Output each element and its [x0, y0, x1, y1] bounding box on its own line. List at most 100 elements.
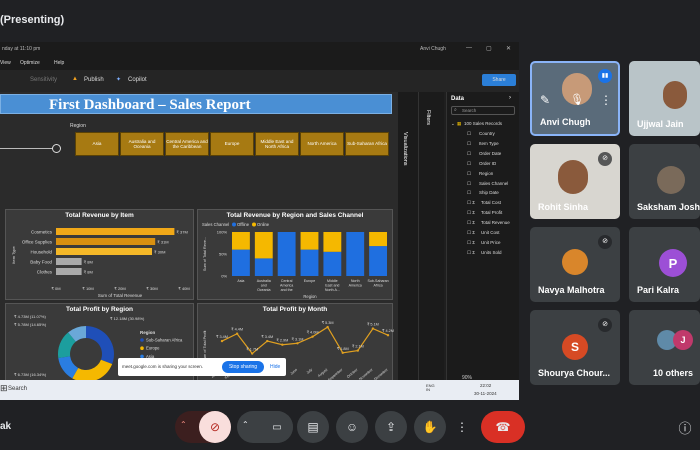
field-checkbox[interactable]: ☐: [467, 161, 471, 167]
present-screen-button[interactable]: ⇪: [375, 411, 407, 443]
field-item[interactable]: Order ID: [479, 161, 496, 166]
filters-label[interactable]: Filters: [425, 110, 431, 125]
table-name[interactable]: 100 Sales Records: [464, 121, 502, 126]
field-checkbox[interactable]: ☐: [467, 171, 471, 177]
presenting-label: (Presenting): [0, 14, 65, 26]
taskbar-search[interactable]: Search: [8, 386, 27, 392]
field-item[interactable]: Total Cost: [481, 200, 501, 205]
collapse-data-pane-icon[interactable]: ›: [509, 95, 511, 101]
menu-optimize[interactable]: Optimize: [20, 60, 40, 66]
slice-data-label: ₹ 5.78M (14.65%): [14, 322, 47, 327]
field-item[interactable]: Total Revenue: [481, 220, 510, 225]
field-checkbox[interactable]: ☐ Σ: [467, 230, 475, 236]
raise-hand-button[interactable]: ✋: [414, 411, 446, 443]
x-tick-label: July: [306, 368, 314, 375]
region-button-sub-saharan[interactable]: Sub-Saharan Africa: [345, 132, 389, 156]
region-button-europe[interactable]: Europe: [210, 132, 254, 156]
field-checkbox[interactable]: ☐: [467, 151, 471, 157]
slider-handle[interactable]: [52, 144, 61, 153]
table-expand-icon[interactable]: ⌄: [451, 121, 455, 127]
signed-in-user[interactable]: Anvi Chugh: [420, 46, 446, 52]
region-button-north-america[interactable]: North America: [300, 132, 344, 156]
data-point: [281, 343, 284, 346]
audio-options-icon[interactable]: ⌃: [180, 420, 187, 429]
field-checkbox[interactable]: ☐: [467, 190, 471, 196]
publish-button[interactable]: Publish: [84, 77, 104, 83]
language-indicator[interactable]: ENG IN: [426, 383, 436, 393]
field-item[interactable]: Region: [479, 171, 493, 176]
field-checkbox[interactable]: ☐ Σ: [467, 220, 475, 226]
field-checkbox[interactable]: ☐ Σ: [467, 240, 475, 246]
meet-top-bar: (Presenting): [0, 0, 700, 42]
more-options-button[interactable]: ⋮: [450, 411, 474, 443]
region-button-australia[interactable]: Australia and Oceania: [120, 132, 164, 156]
panel-profit-by-region[interactable]: Total Profit by Region ₹ 12.18M (30.98%)…: [5, 303, 194, 392]
mic-off-button[interactable]: ⊘: [199, 411, 231, 443]
y-axis-label: Item Type: [11, 245, 16, 263]
field-item[interactable]: Unit Cost: [481, 230, 500, 235]
maximize-icon[interactable]: ▢: [486, 45, 492, 52]
field-item[interactable]: Total Profit: [481, 210, 502, 215]
bar-data-label: ₹ 37M: [176, 230, 187, 235]
more-options-icon[interactable]: ⋮: [600, 93, 612, 107]
participant-tile-pari[interactable]: P Pari Kalra: [629, 227, 700, 302]
copilot-button[interactable]: Copilot: [128, 77, 147, 83]
participant-tile-rohit[interactable]: ⊘ Rohit Sinha: [530, 144, 620, 219]
field-checkbox[interactable]: ☐ Σ: [467, 200, 475, 206]
participant-name: Anvi Chugh: [540, 117, 591, 127]
data-search-placeholder[interactable]: Search: [462, 108, 476, 113]
field-item[interactable]: Units Sold: [481, 250, 502, 255]
meeting-info-icon[interactable]: ⓘ: [674, 411, 696, 443]
leave-call-button[interactable]: ☎: [481, 411, 525, 443]
field-item[interactable]: Item Type: [479, 141, 499, 146]
sensitivity-button[interactable]: Sensitivity: [30, 77, 57, 83]
emoji-button[interactable]: ☺: [336, 411, 368, 443]
windows-start-icon[interactable]: ⊞: [0, 383, 8, 394]
participant-tile-shourya[interactable]: S ⊘ Shourya Chour...: [530, 310, 620, 385]
panel-revenue-by-region-channel[interactable]: Total Revenue by Region and Sales Channe…: [197, 209, 393, 300]
mic-icon[interactable]: 🎙: [570, 93, 584, 106]
field-item[interactable]: Unit Price: [481, 240, 501, 245]
field-checkbox[interactable]: ☐: [467, 131, 471, 137]
self-name: ak: [0, 421, 12, 432]
panel-profit-by-month[interactable]: Total Profit by Month ₹ 3.4M ₹ 4.4M ₹ 1.7M…: [197, 303, 394, 392]
visualizations-label[interactable]: Visualizations: [402, 132, 408, 166]
participant-tile-saksham[interactable]: Saksham Joshi: [629, 144, 700, 219]
captions-button[interactable]: ▤: [297, 411, 329, 443]
camera-button[interactable]: ▭: [261, 411, 293, 443]
panel-revenue-by-item[interactable]: Total Revenue by Item Cosmetics ₹ 37M Offi…: [5, 209, 194, 300]
field-checkbox[interactable]: ☐: [467, 141, 471, 147]
minimize-icon[interactable]: —: [466, 45, 472, 51]
close-icon[interactable]: ✕: [506, 45, 511, 52]
field-item[interactable]: Country: [479, 131, 495, 136]
region-button-central-america[interactable]: Central America and the Caribbean: [165, 132, 209, 156]
visualizations-pane-collapsed[interactable]: Visualizations: [398, 92, 418, 392]
menu-view[interactable]: View: [0, 60, 11, 66]
hide-notice-link[interactable]: Hide: [270, 364, 280, 370]
filters-pane-collapsed[interactable]: Filters: [418, 92, 444, 392]
x-tick-label: Africa: [373, 284, 382, 288]
slider-track[interactable]: [0, 148, 58, 149]
search-icon: ⌕: [454, 107, 457, 113]
field-checkbox[interactable]: ☐ Σ: [467, 250, 475, 256]
field-checkbox[interactable]: ☐: [467, 181, 471, 187]
participant-tile-navya[interactable]: ⊘ Navya Malhotra: [530, 227, 620, 302]
field-checkbox[interactable]: ☐ Σ: [467, 210, 475, 216]
data-point: [296, 342, 299, 345]
stacked-bar-segment: [232, 232, 250, 250]
data-search-box[interactable]: ⌕ Search: [451, 106, 515, 115]
pin-icon[interactable]: ✎: [540, 93, 550, 107]
participant-tile-ujjwal[interactable]: Ujjwal Jain: [629, 61, 700, 136]
field-item[interactable]: Order Date: [479, 151, 501, 156]
menu-help[interactable]: Help: [54, 60, 64, 66]
share-button[interactable]: Share: [482, 74, 516, 86]
video-options-icon[interactable]: ⌃: [242, 420, 249, 429]
participant-tile-anvi[interactable]: ▮▮ ✎ 🎙 ⋮ Anvi Chugh: [530, 61, 620, 136]
region-button-middle-east[interactable]: Middle East and North Africa: [255, 132, 299, 156]
field-item[interactable]: Sales Channel: [479, 181, 508, 186]
field-item[interactable]: Ship Date: [479, 190, 499, 195]
mic-off-icon: ⊘: [598, 318, 612, 332]
region-button-asia[interactable]: Asia: [75, 132, 119, 156]
stop-sharing-button[interactable]: Stop sharing: [222, 361, 264, 373]
participant-tile-others[interactable]: J 10 others: [629, 310, 700, 385]
